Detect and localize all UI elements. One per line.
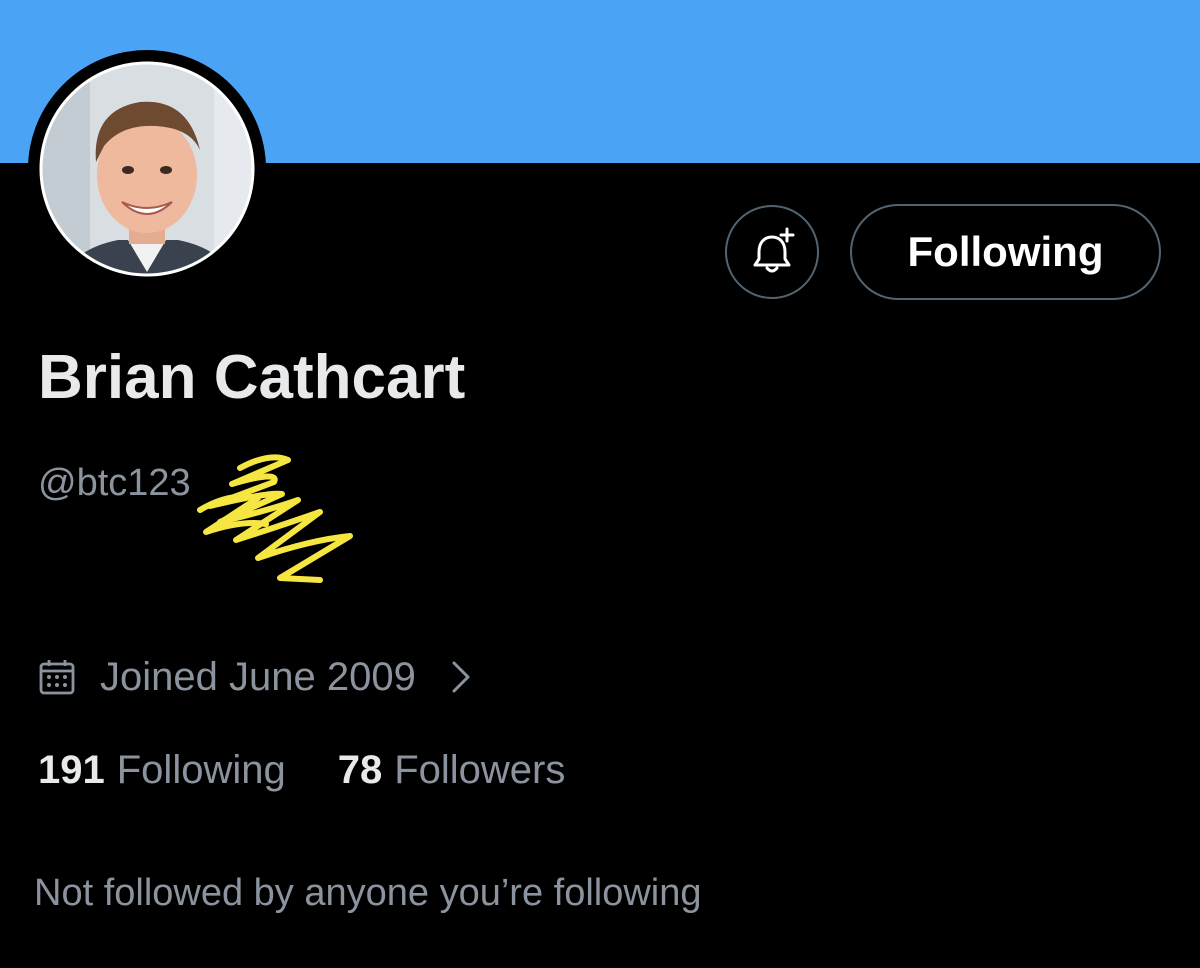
- chevron-right-icon: [450, 659, 472, 695]
- profile-handle: @btc123: [38, 462, 191, 504]
- calendar-icon: [38, 658, 76, 696]
- following-label: Following: [116, 748, 286, 792]
- avatar-photo: [29, 51, 265, 287]
- bell-plus-icon: [753, 227, 795, 273]
- followers-label: Followers: [394, 748, 566, 792]
- followers-count-link[interactable]: 78 Followers: [338, 748, 566, 793]
- following-count-link[interactable]: 191 Following: [38, 748, 286, 793]
- profile-stats: 191 Following 78 Followers: [38, 748, 565, 793]
- notifications-button[interactable]: [725, 205, 819, 299]
- joined-date-link[interactable]: Joined June 2009: [38, 650, 472, 704]
- following-count: 191: [38, 748, 105, 792]
- display-name: Brian Cathcart: [38, 343, 466, 412]
- following-button[interactable]: Following: [850, 204, 1161, 300]
- redaction-scribble: [197, 454, 353, 583]
- joined-date-text: Joined June 2009: [100, 654, 416, 699]
- mutual-followers-note: Not followed by anyone you’re following: [34, 872, 702, 914]
- profile-avatar[interactable]: [28, 50, 266, 288]
- followers-count: 78: [337, 748, 383, 792]
